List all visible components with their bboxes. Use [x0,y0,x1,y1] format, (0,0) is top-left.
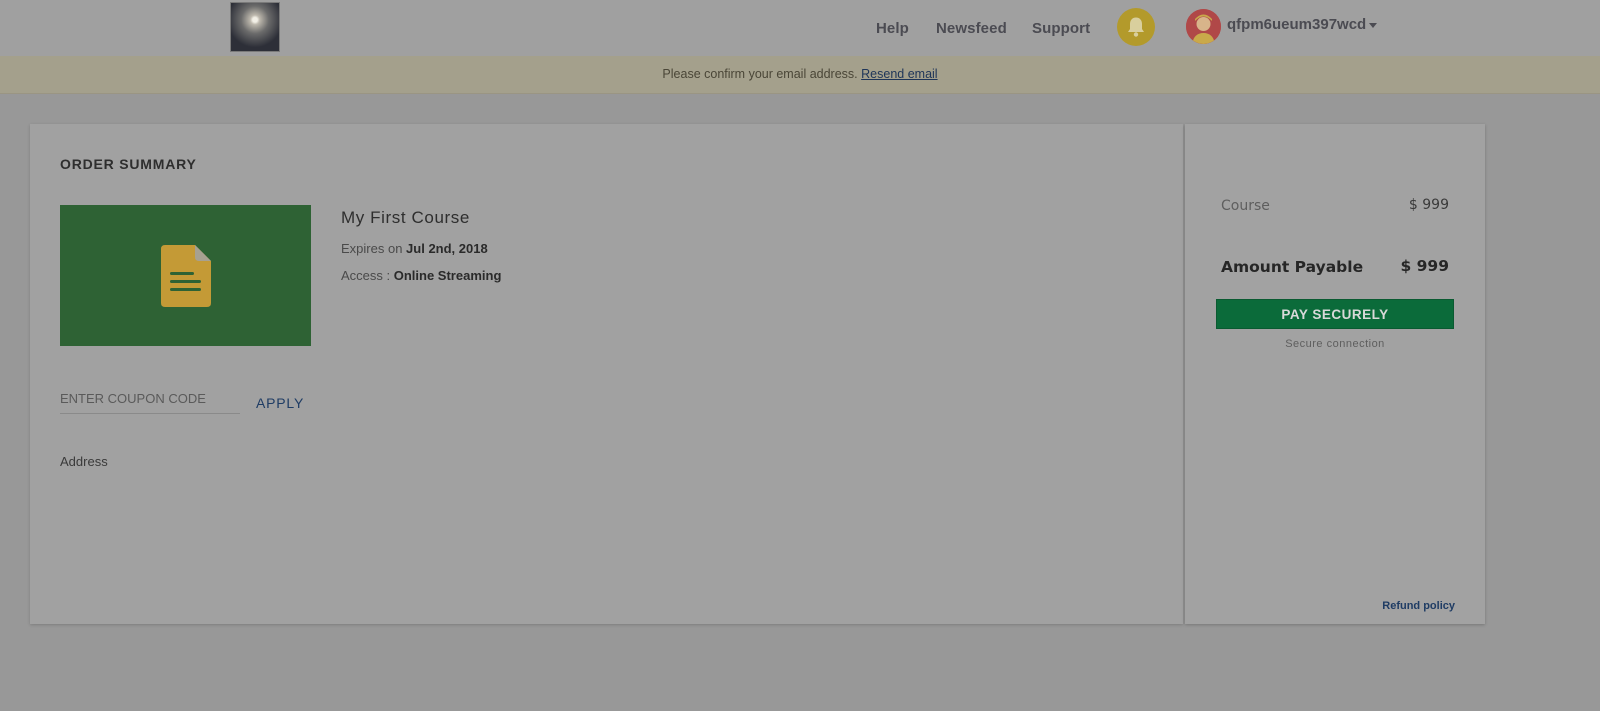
resend-email-link[interactable]: Resend email [861,67,937,81]
secure-connection-note: Secure connection [1285,338,1385,350]
course-access: Access : Online Streaming [341,268,501,283]
avatar-image [1186,9,1221,44]
nav-help-link[interactable]: Help [876,20,909,37]
amount-payable-value: $ 999 [1400,257,1449,275]
top-navbar: Help Newsfeed Support qfpm6ueum397wcd [0,0,1600,56]
banner-message: Please confirm your email address. [662,67,858,81]
course-expiry: Expires on Jul 2nd, 2018 [341,241,488,256]
order-summary-title: ORDER SUMMARY [60,156,197,172]
course-price-label: Course [1221,198,1270,214]
bell-icon [1128,17,1144,37]
access-label: Access : [341,268,391,283]
course-price-value: $ 999 [1408,197,1449,213]
address-label: Address [60,454,108,469]
email-confirm-banner: Please confirm your email address. Resen… [0,56,1600,94]
course-name: My First Course [341,208,470,227]
course-thumbnail [60,205,311,346]
access-value: Online Streaming [393,268,502,283]
coupon-code-input[interactable] [60,384,240,414]
notifications-button[interactable] [1117,8,1155,46]
refund-policy-link[interactable]: Refund policy [1382,600,1455,612]
expiry-label: Expires on [341,241,403,256]
caret-down-icon [1369,22,1378,28]
order-summary-card: ORDER SUMMARY My First Course Expires on… [30,124,1183,624]
nav-support-link[interactable]: Support [1032,20,1090,37]
payment-panel: Course $ 999 Amount Payable $ 999 PAY SE… [1185,124,1485,624]
user-menu[interactable]: qfpm6ueum397wcd [1227,16,1378,33]
site-logo[interactable] [230,2,280,52]
pay-securely-button[interactable]: PAY SECURELY [1216,299,1454,329]
nav-newsfeed-link[interactable]: Newsfeed [936,20,1007,37]
document-icon [160,244,211,307]
apply-coupon-button[interactable]: APPLY [256,395,304,411]
expiry-value: Jul 2nd, 2018 [406,241,488,256]
username-label: qfpm6ueum397wcd [1227,16,1367,33]
amount-payable-label: Amount Payable [1221,258,1364,276]
user-avatar[interactable] [1186,9,1221,44]
